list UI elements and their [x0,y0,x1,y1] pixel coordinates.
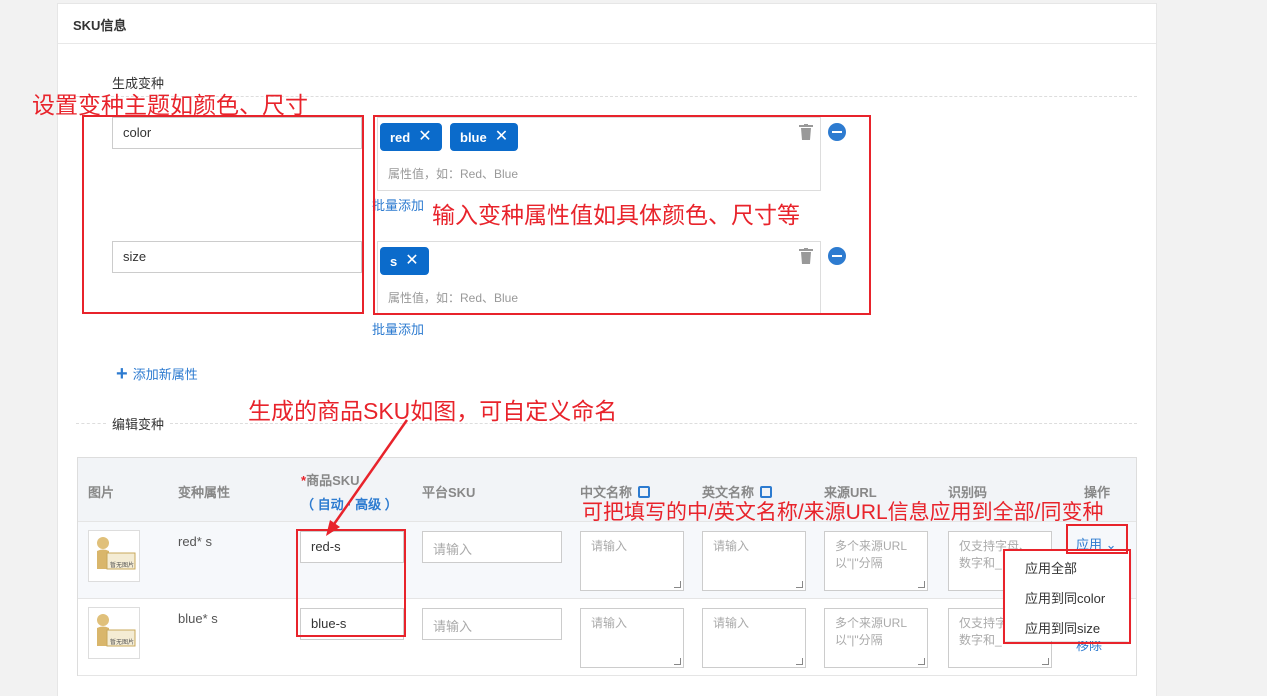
annotation-arrow [326,419,409,536]
